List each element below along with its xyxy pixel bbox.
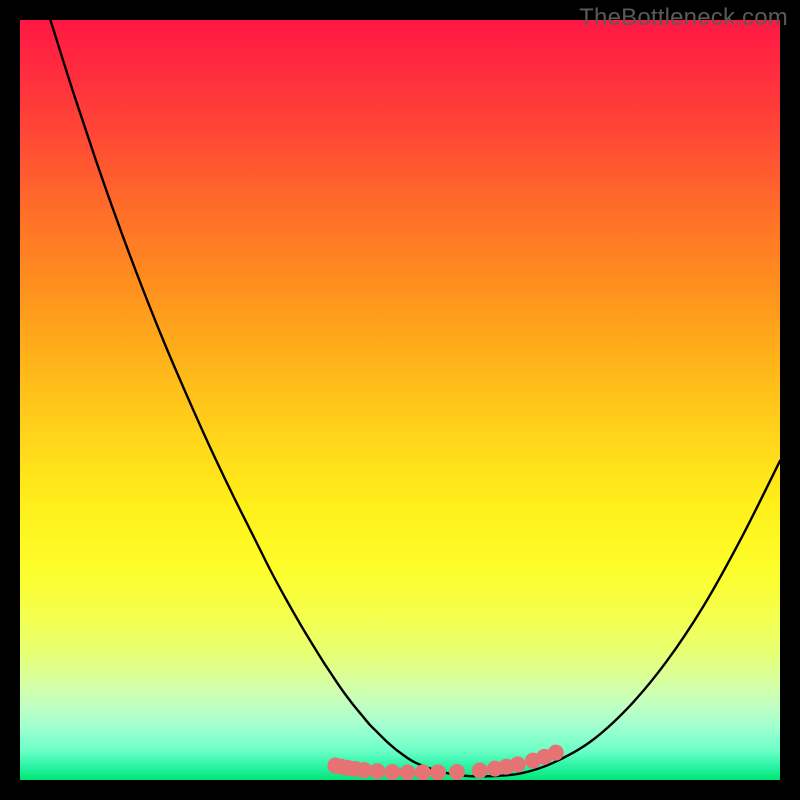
plot-area — [20, 20, 780, 780]
highlight-dot — [415, 764, 431, 780]
highlight-dot — [400, 764, 416, 780]
highlight-dot — [430, 764, 446, 780]
highlight-dot — [449, 764, 465, 780]
highlight-dot — [369, 763, 385, 779]
bottleneck-curve — [50, 20, 780, 776]
highlight-dot — [548, 745, 564, 761]
highlight-dot — [384, 764, 400, 780]
chart-frame: TheBottleneck.com — [0, 0, 800, 800]
bottleneck-curve-svg — [20, 20, 780, 780]
highlight-dot — [510, 756, 526, 772]
highlight-dot — [472, 763, 488, 779]
watermark-text: TheBottleneck.com — [579, 4, 788, 32]
highlight-dots-group — [327, 745, 563, 780]
